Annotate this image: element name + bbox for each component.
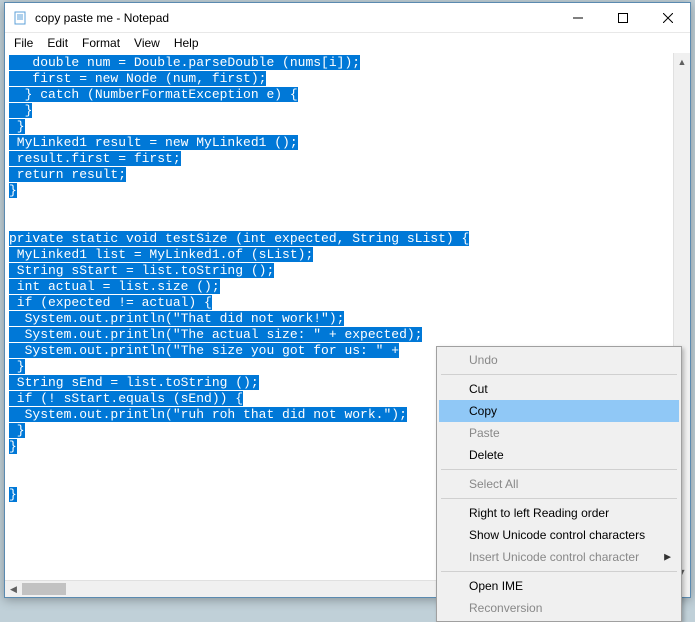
maximize-button[interactable] [600, 3, 645, 33]
ctx-reconversion[interactable]: Reconversion [439, 597, 679, 619]
window-title: copy paste me - Notepad [35, 11, 555, 25]
ctx-rtl[interactable]: Right to left Reading order [439, 502, 679, 524]
scroll-up-icon[interactable]: ▲ [674, 53, 690, 70]
ctx-undo[interactable]: Undo [439, 349, 679, 371]
submenu-arrow-icon: ▶ [664, 552, 671, 563]
titlebar: copy paste me - Notepad [5, 3, 690, 33]
ctx-paste[interactable]: Paste [439, 422, 679, 444]
menu-edit[interactable]: Edit [40, 35, 75, 51]
ctx-copy[interactable]: Copy [439, 400, 679, 422]
minimize-button[interactable] [555, 3, 600, 33]
notepad-icon [13, 10, 29, 26]
ctx-show-unicode[interactable]: Show Unicode control characters [439, 524, 679, 546]
ctx-select-all[interactable]: Select All [439, 473, 679, 495]
ctx-separator [441, 374, 677, 375]
close-button[interactable] [645, 3, 690, 33]
scroll-left-icon[interactable]: ◀ [5, 581, 22, 597]
menu-view[interactable]: View [127, 35, 167, 51]
ctx-cut[interactable]: Cut [439, 378, 679, 400]
ctx-separator [441, 469, 677, 470]
ctx-separator [441, 498, 677, 499]
ctx-open-ime[interactable]: Open IME [439, 575, 679, 597]
ctx-separator [441, 571, 677, 572]
menu-help[interactable]: Help [167, 35, 206, 51]
horizontal-scroll-thumb[interactable] [22, 583, 66, 595]
context-menu: Undo Cut Copy Paste Delete Select All Ri… [436, 346, 682, 622]
ctx-delete[interactable]: Delete [439, 444, 679, 466]
ctx-insert-unicode-label: Insert Unicode control character [469, 550, 639, 564]
menubar: File Edit Format View Help [5, 33, 690, 53]
ctx-insert-unicode[interactable]: Insert Unicode control character ▶ [439, 546, 679, 568]
menu-format[interactable]: Format [75, 35, 127, 51]
menu-file[interactable]: File [7, 35, 40, 51]
